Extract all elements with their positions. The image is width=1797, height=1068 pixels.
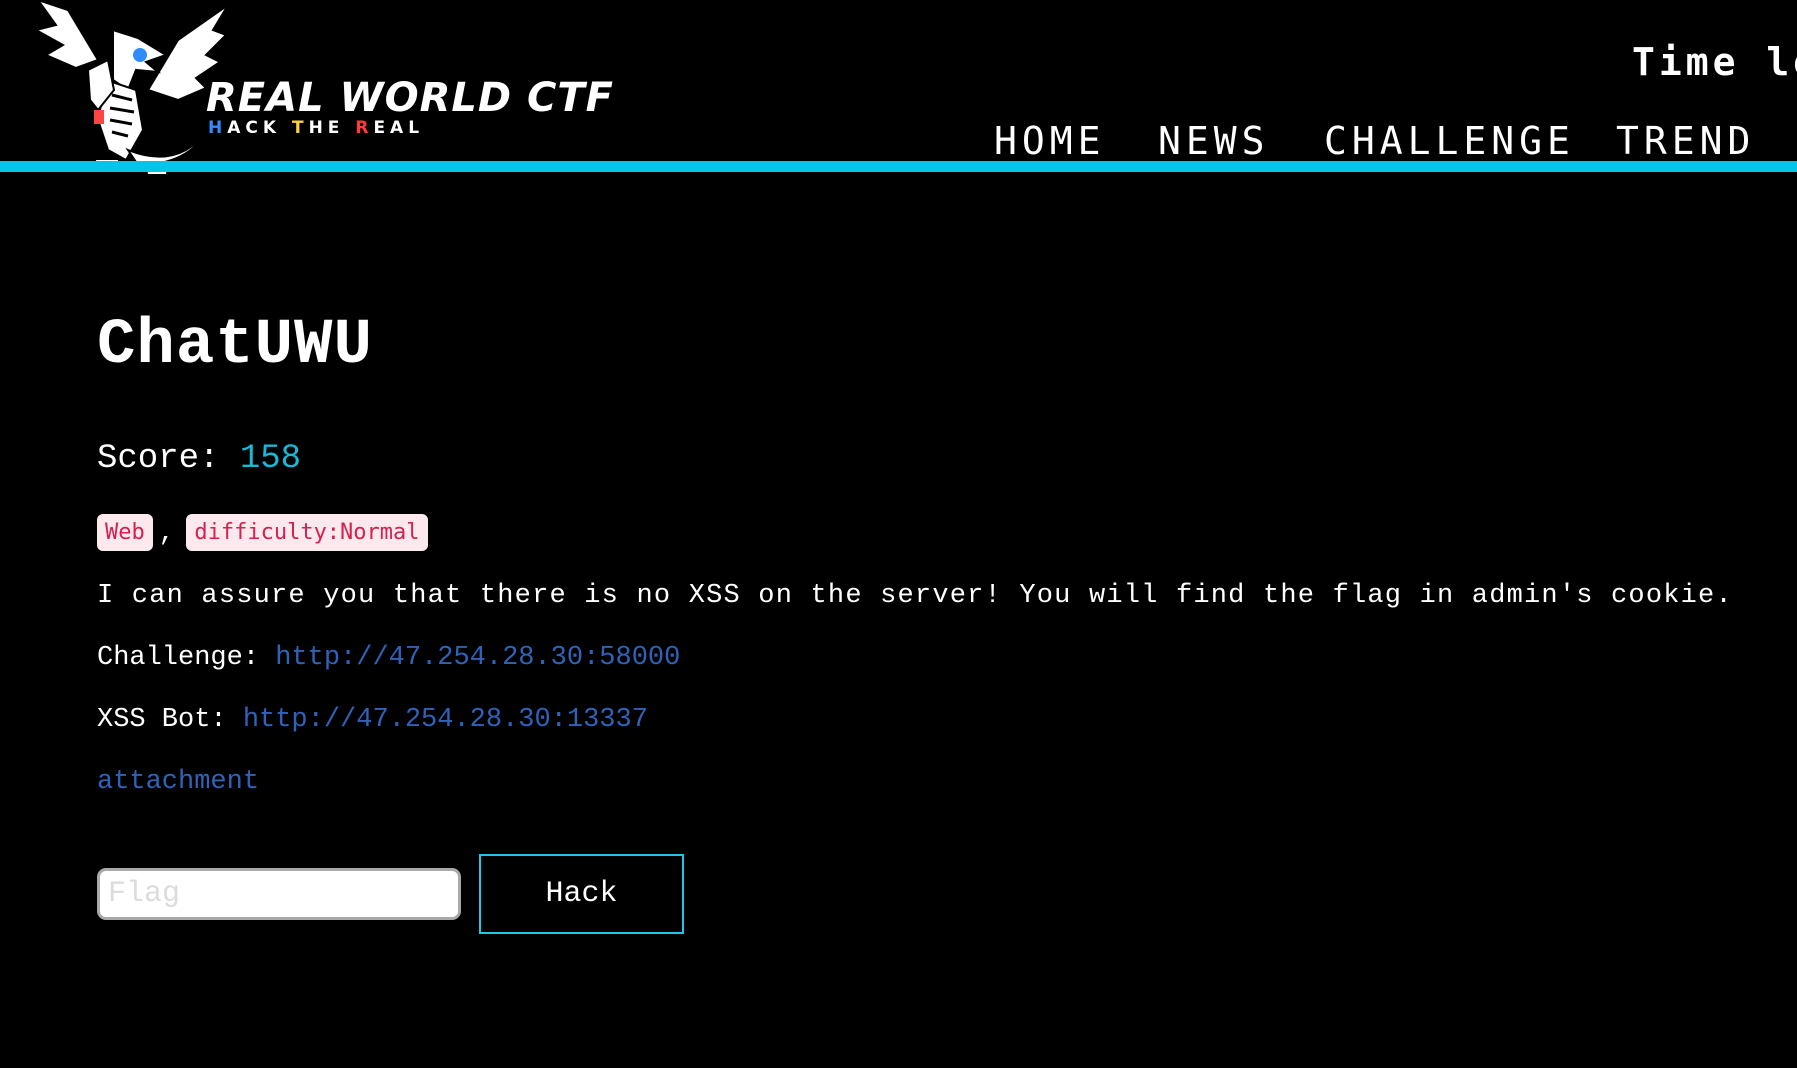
tag-difficulty: difficulty:Normal (186, 514, 428, 552)
logo-slogan: HACK THE REAL (208, 120, 424, 137)
nav-home[interactable]: HOME (994, 121, 1106, 161)
xss-bot-line: XSS Bot: http://47.254.28.30:13337 (97, 707, 648, 734)
attachment-line: attachment (97, 769, 259, 796)
score-value: 158 (239, 440, 302, 478)
nav-trend[interactable]: TREND (1616, 121, 1755, 161)
xss-bot-link[interactable]: http://47.254.28.30:13337 (243, 705, 648, 735)
challenge-url-line: Challenge: http://47.254.28.30:58000 (97, 645, 680, 672)
slogan-ack: ACK (227, 118, 292, 138)
header-accent-bar (0, 161, 1797, 172)
tag-category: Web (97, 514, 153, 552)
nav-news[interactable]: NEWS (1158, 121, 1270, 161)
attachment-link[interactable]: attachment (97, 767, 259, 797)
site-logo[interactable]: REAL WORLD CTF HACK THE REAL (28, 0, 613, 176)
flag-submit-form: Hack (97, 854, 684, 934)
challenge-url-link[interactable]: http://47.254.28.30:58000 (275, 643, 680, 673)
slogan-he: HE (308, 118, 356, 138)
time-left-countdown: Time le (1632, 42, 1797, 84)
logo-title: REAL WORLD CTF (206, 75, 615, 121)
nav-challenge[interactable]: CHALLENGE (1324, 121, 1575, 161)
flag-input[interactable] (97, 868, 461, 920)
tag-separator: , (158, 517, 175, 548)
hack-button[interactable]: Hack (479, 854, 684, 934)
slogan-h: H (208, 118, 228, 138)
slogan-eal: EAL (373, 118, 425, 138)
xss-bot-label: XSS Bot: (97, 705, 243, 735)
challenge-description: I can assure you that there is no XSS on… (97, 581, 1733, 611)
score-line: Score: 158 (97, 442, 301, 476)
site-header: REAL WORLD CTF HACK THE REAL Time le HOM… (0, 0, 1797, 178)
challenge-title: ChatUWU (97, 310, 373, 382)
dragon-logo-icon (33, 0, 228, 174)
challenge-url-label: Challenge: (97, 643, 276, 673)
slogan-r: R (355, 118, 374, 138)
challenge-tags: Web , difficulty:Normal (97, 514, 428, 552)
score-label: Score: (97, 440, 240, 478)
slogan-t: T (291, 118, 309, 138)
